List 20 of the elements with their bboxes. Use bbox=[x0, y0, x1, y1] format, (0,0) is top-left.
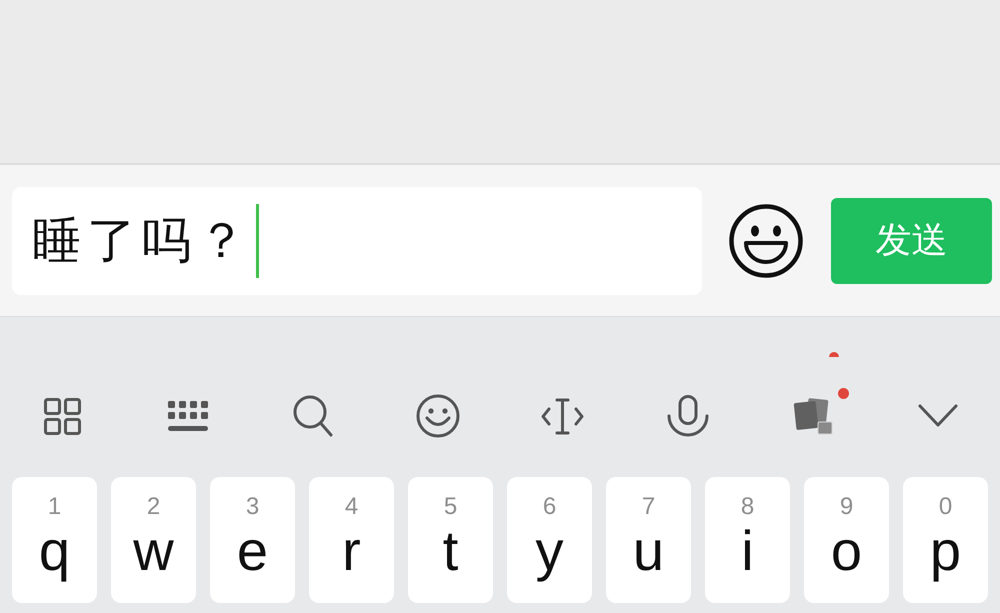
smiley-icon[interactable] bbox=[729, 204, 803, 278]
message-input-field[interactable]: 睡了吗？ bbox=[12, 186, 702, 294]
text-cursor-icon[interactable] bbox=[541, 398, 584, 434]
letter-key[interactable]: 6 y bbox=[507, 477, 592, 603]
sticker-pack-icon[interactable] bbox=[792, 397, 832, 435]
chevron-down-icon[interactable] bbox=[918, 404, 958, 428]
search-icon[interactable] bbox=[292, 395, 332, 437]
grid-icon[interactable] bbox=[44, 398, 81, 434]
letter-key[interactable]: 7 u bbox=[606, 477, 691, 603]
letter-key[interactable]: 5 t bbox=[408, 477, 493, 603]
letter-key[interactable]: 8 i bbox=[705, 477, 790, 603]
letter-key[interactable]: 1 q bbox=[12, 477, 97, 603]
letter-key[interactable]: 0 p bbox=[903, 477, 988, 603]
keyboard-icon[interactable] bbox=[166, 400, 208, 432]
letter-key[interactable]: 4 r bbox=[309, 477, 394, 603]
smiley-icon[interactable] bbox=[416, 394, 460, 438]
letter-key[interactable]: 9 o bbox=[804, 477, 889, 603]
letter-key[interactable]: 3 e bbox=[210, 477, 295, 603]
letter-key[interactable]: 2 w bbox=[111, 477, 196, 603]
microphone-icon[interactable] bbox=[666, 395, 710, 437]
